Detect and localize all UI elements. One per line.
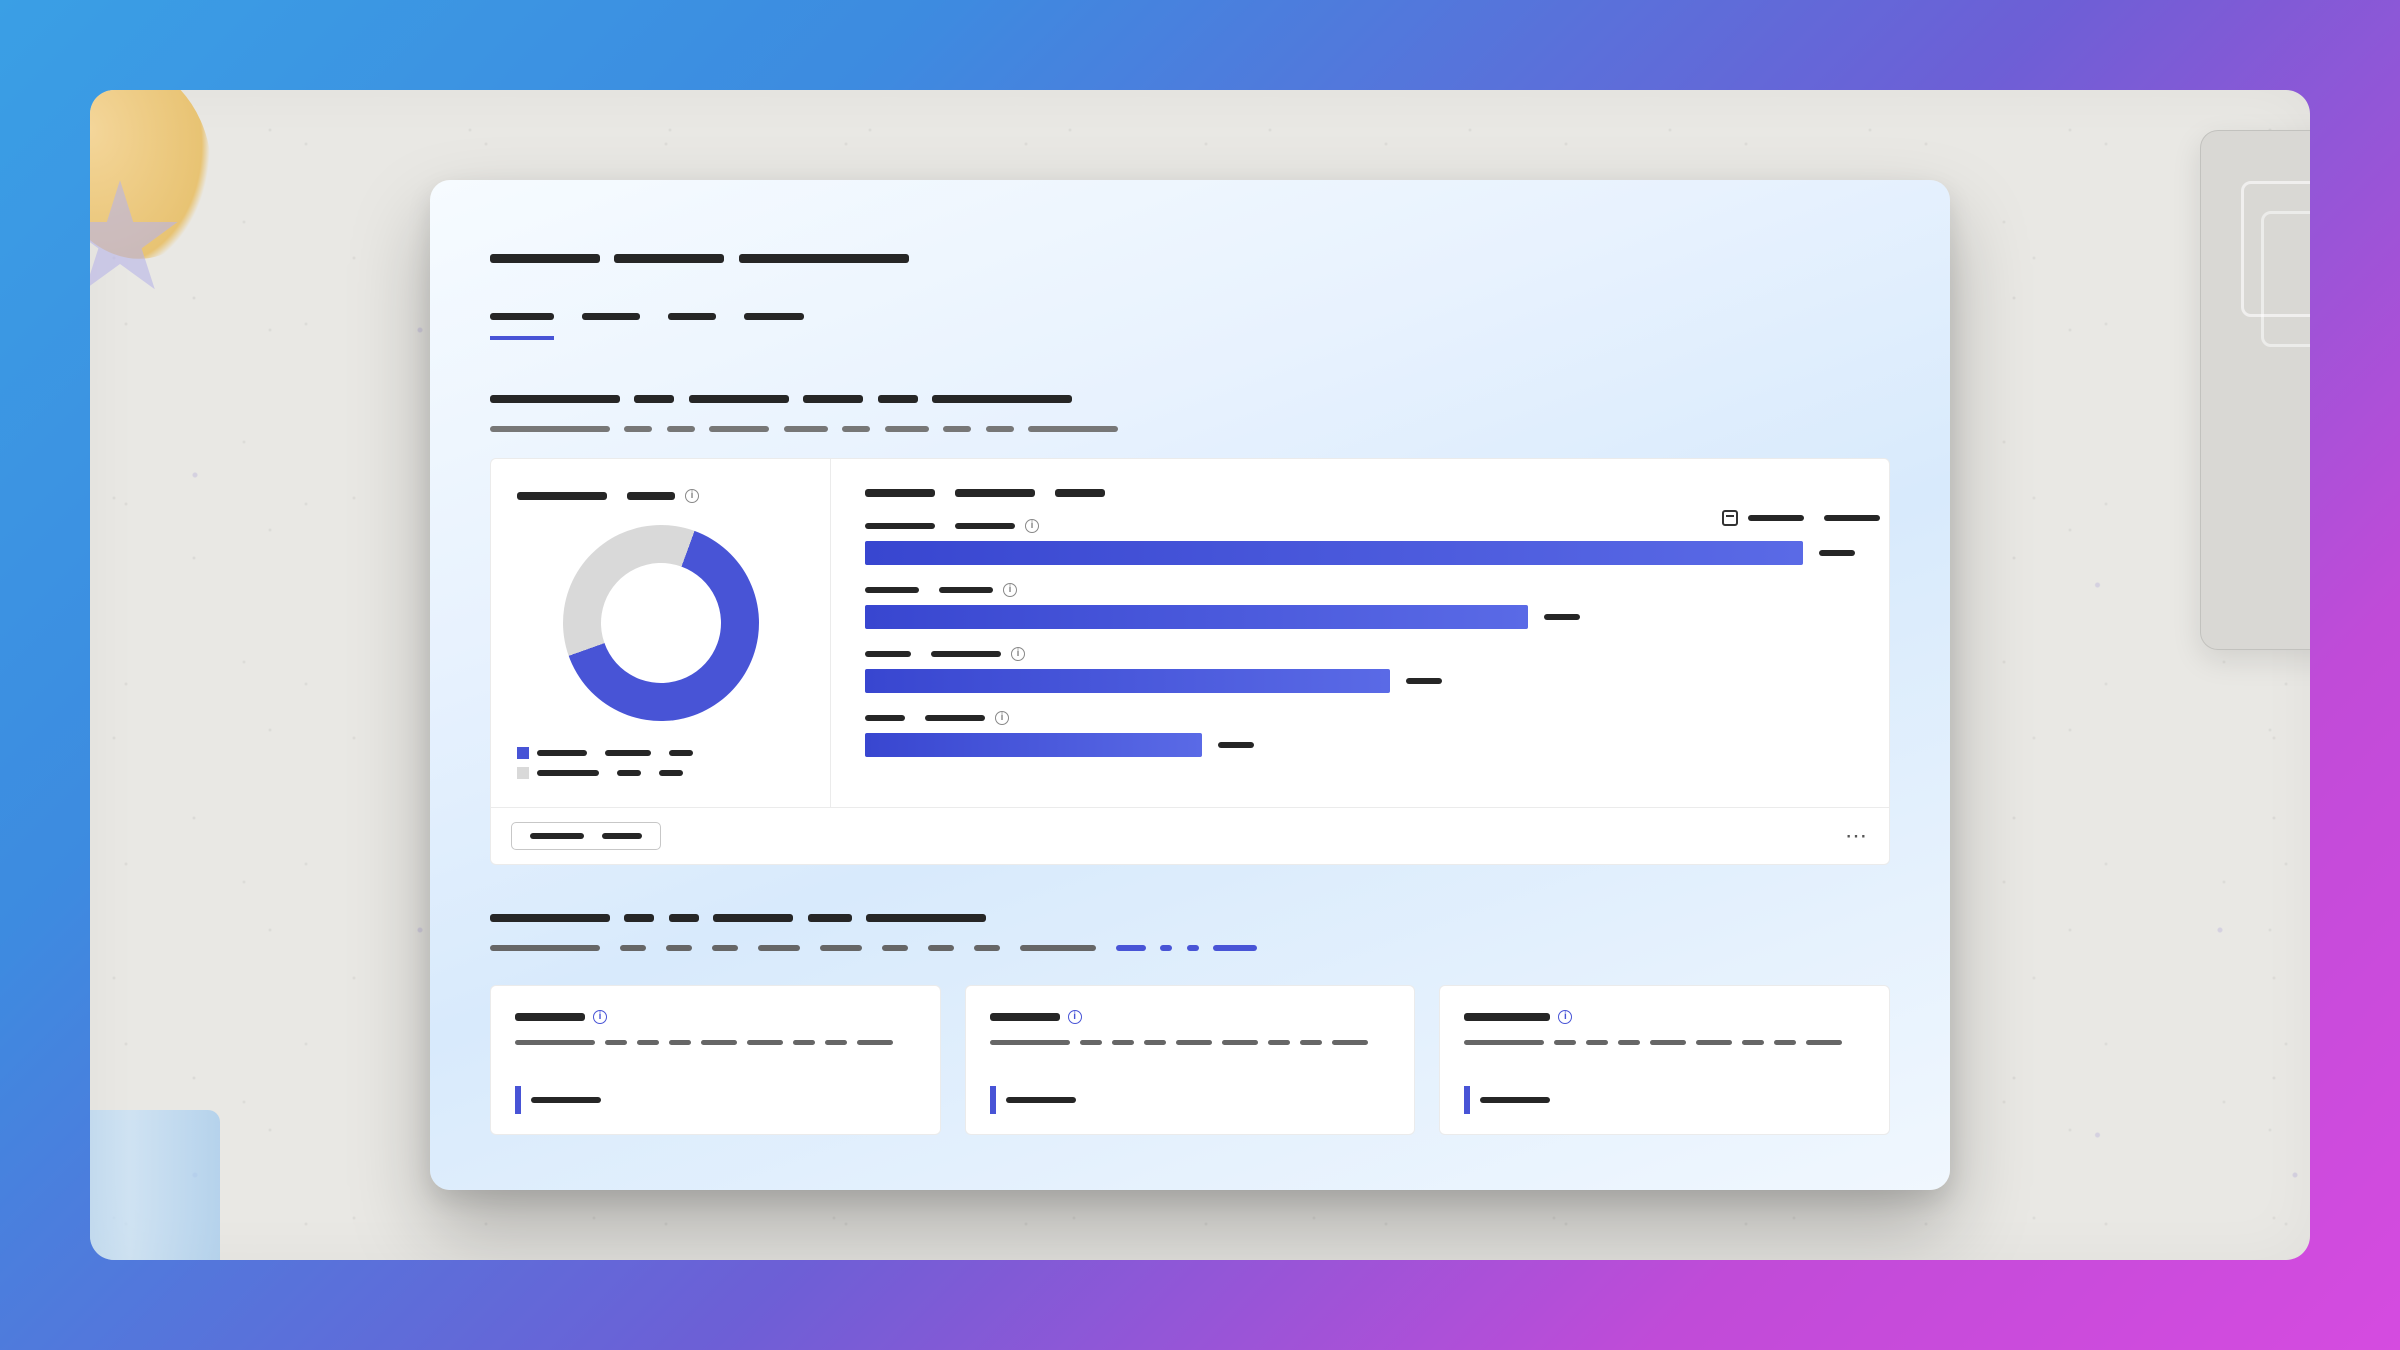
- legend-swatch-icon: [517, 767, 529, 779]
- panel-footer: ⋯: [491, 807, 1889, 864]
- mini-card-desc: [990, 1034, 1391, 1052]
- bar-value: [1218, 742, 1254, 748]
- mini-card-desc: [515, 1034, 916, 1052]
- legend-item: [517, 767, 804, 779]
- legend-item: [517, 747, 804, 759]
- info-icon[interactable]: i: [1558, 1010, 1572, 1024]
- breadcrumb-seg[interactable]: [614, 254, 724, 263]
- tab-label: [744, 313, 804, 320]
- info-icon[interactable]: i: [1068, 1010, 1082, 1024]
- bar-label: [939, 587, 993, 593]
- legend-label: [659, 770, 683, 776]
- bar-value: [1819, 550, 1855, 556]
- info-icon[interactable]: i: [593, 1010, 607, 1024]
- donut-card: i 64%: [491, 459, 831, 807]
- dashboard-app-window: i 64%: [430, 180, 1950, 1190]
- bar-value: [1406, 678, 1442, 684]
- mini-card-2[interactable]: i: [965, 985, 1416, 1135]
- info-icon[interactable]: i: [685, 489, 699, 503]
- bar-label: [865, 715, 905, 721]
- tab-label: [668, 313, 716, 320]
- bar-fill: [865, 669, 1390, 693]
- date-range-label: [1748, 515, 1804, 521]
- tab-label: [490, 313, 554, 320]
- section-title: [490, 390, 1890, 408]
- bars-title: [1055, 489, 1105, 497]
- mini-card-1[interactable]: i: [490, 985, 941, 1135]
- legend-label: [605, 750, 651, 756]
- donut-title: [517, 492, 607, 500]
- bar-row-3: i: [865, 647, 1855, 693]
- mini-card-bar: [990, 1086, 1391, 1114]
- bar-fill: [865, 605, 1528, 629]
- section-subtitle: [490, 420, 1890, 438]
- tab-2[interactable]: [582, 308, 640, 340]
- donut-legend: [517, 747, 804, 779]
- bars-title: [955, 489, 1035, 497]
- mini-card-title: [990, 1013, 1060, 1021]
- info-icon[interactable]: i: [1011, 647, 1025, 661]
- date-range-picker[interactable]: [1722, 510, 1880, 526]
- bar-tick-icon: [1464, 1086, 1470, 1114]
- button-label: [530, 833, 584, 839]
- mini-bar-label: [1480, 1097, 1550, 1103]
- tab-label: [582, 313, 640, 320]
- bar-row-1: i: [865, 519, 1855, 565]
- tab-4[interactable]: [744, 308, 804, 340]
- bar-row-4: i: [865, 711, 1855, 757]
- bar-fill: [865, 541, 1803, 565]
- info-icon[interactable]: i: [995, 711, 1009, 725]
- bar-label: [865, 523, 935, 529]
- mini-card-bar: [515, 1086, 916, 1114]
- learn-more-link[interactable]: [1116, 939, 1257, 957]
- textured-stage: i 64%: [90, 90, 2310, 1260]
- bars-title: [865, 489, 935, 497]
- breadcrumb: [490, 250, 1890, 268]
- tab-3[interactable]: [668, 308, 716, 340]
- breadcrumb-seg[interactable]: [490, 254, 600, 263]
- legend-label: [669, 750, 693, 756]
- bar-label: [865, 587, 919, 593]
- mini-card-desc: [1464, 1034, 1865, 1052]
- lower-section-title: [490, 909, 1890, 927]
- legend-label: [537, 750, 587, 756]
- donut-title: [627, 492, 675, 500]
- info-icon[interactable]: i: [1025, 519, 1039, 533]
- calendar-icon: [1722, 510, 1738, 526]
- breadcrumb-seg[interactable]: [739, 254, 909, 263]
- legend-swatch-icon: [517, 747, 529, 759]
- bar-label: [865, 651, 911, 657]
- bar-label: [955, 523, 1015, 529]
- mini-card-bar: [1464, 1086, 1865, 1114]
- bar-label: [925, 715, 985, 721]
- mini-bar-label: [531, 1097, 601, 1103]
- tab-1[interactable]: [490, 308, 554, 340]
- donut-center-value: 64%: [563, 525, 759, 721]
- bar-tick-icon: [990, 1086, 996, 1114]
- main-metrics-panel: i 64%: [490, 458, 1890, 865]
- tab-bar: [490, 308, 1890, 340]
- button-label: [602, 833, 642, 839]
- donut-chart: 64%: [535, 497, 786, 748]
- gradient-frame: i 64%: [0, 0, 2400, 1350]
- date-range-label: [1824, 515, 1880, 521]
- mini-card-title: [1464, 1013, 1550, 1021]
- mini-card-3[interactable]: i: [1439, 985, 1890, 1135]
- bar-tick-icon: [515, 1086, 521, 1114]
- bar-row-2: i: [865, 583, 1855, 629]
- decoration-side-card: [2200, 130, 2310, 650]
- bar-fill: [865, 733, 1202, 757]
- bar-label: [931, 651, 1001, 657]
- mini-bar-label: [1006, 1097, 1076, 1103]
- decoration-bucket: [90, 1110, 220, 1260]
- legend-label: [537, 770, 599, 776]
- lower-section-subtitle: [490, 939, 1890, 957]
- legend-label: [617, 770, 641, 776]
- bar-value: [1544, 614, 1580, 620]
- mini-card-row: i i: [490, 985, 1890, 1135]
- mini-card-title: [515, 1013, 585, 1021]
- view-details-button[interactable]: [511, 822, 661, 850]
- info-icon[interactable]: i: [1003, 583, 1017, 597]
